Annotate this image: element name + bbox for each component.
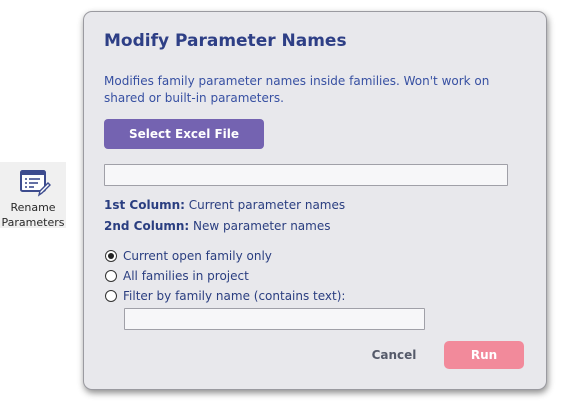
first-column-label: 1st Column:	[104, 198, 185, 212]
second-column-text: New parameter names	[189, 219, 331, 233]
select-excel-file-button[interactable]: Select Excel File	[104, 119, 264, 149]
option-filter-by-name[interactable]: Filter by family name (contains text):	[105, 288, 345, 303]
rename-parameters-icon	[20, 170, 51, 197]
option-current-family[interactable]: Current open family only	[105, 248, 272, 263]
radio-all-families[interactable]	[105, 269, 117, 282]
option-all-families[interactable]: All families in project	[105, 268, 249, 283]
rename-parameters-tool[interactable]: Rename Parameters	[0, 162, 66, 230]
radio-current-family[interactable]	[105, 249, 117, 262]
tool-label-line1: Rename	[10, 201, 56, 214]
first-column-info: 1st Column: Current parameter names	[104, 198, 345, 212]
second-column-info: 2nd Column: New parameter names	[104, 219, 330, 233]
first-column-text: Current parameter names	[184, 198, 346, 212]
dialog-description: Modifies family parameter names inside f…	[104, 74, 490, 105]
tool-label-line2: Parameters	[1, 216, 65, 229]
screen: Rename Parameters Modify Parameter Names…	[0, 0, 563, 408]
run-button[interactable]: Run	[444, 341, 524, 369]
rename-parameters-label: Rename Parameters	[0, 200, 66, 230]
option-filter-by-name-label: Filter by family name (contains text):	[123, 288, 346, 303]
dialog-title: Modify Parameter Names	[104, 31, 347, 51]
radio-filter-by-name[interactable]	[105, 289, 117, 302]
modify-parameter-names-dialog: Modify Parameter Names Modifies family p…	[83, 11, 547, 390]
excel-file-path-field[interactable]	[104, 164, 508, 186]
cancel-button[interactable]: Cancel	[360, 342, 428, 368]
family-name-filter-input[interactable]	[124, 308, 425, 330]
option-all-families-label: All families in project	[123, 268, 249, 283]
option-current-family-label: Current open family only	[123, 248, 272, 263]
second-column-label: 2nd Column:	[104, 219, 190, 233]
